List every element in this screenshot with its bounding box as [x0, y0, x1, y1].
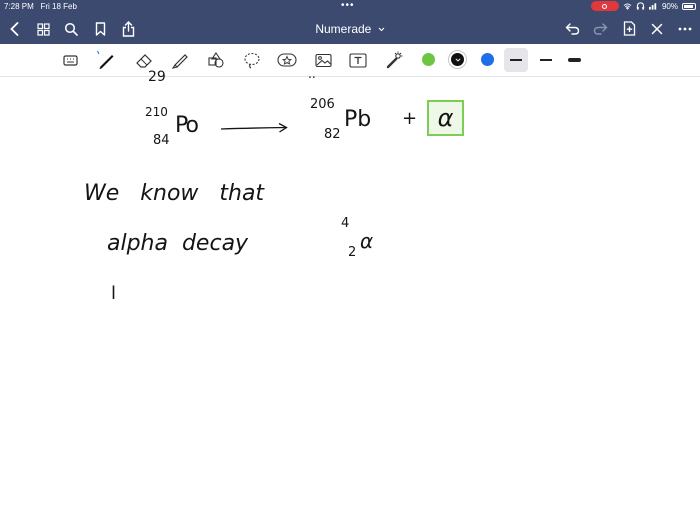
nav-row: Numerade	[0, 14, 700, 44]
product-symbol: Pb	[344, 107, 372, 132]
handwritten-line-we-know-that: We know that	[84, 181, 265, 206]
laser-pointer-icon[interactable]	[383, 50, 405, 70]
shapes-icon[interactable]	[205, 50, 227, 70]
cutoff-fragment-right: ..	[308, 67, 316, 81]
text-box-icon[interactable]	[347, 50, 369, 70]
reactant-symbol: Po	[175, 113, 199, 138]
top-bar: 7:28 PM Fri 18 Feb ••• 90% Numerade	[0, 0, 700, 44]
status-bar: 7:28 PM Fri 18 Feb ••• 90%	[0, 0, 700, 13]
product-mass-number: 206	[310, 97, 335, 112]
note-canvas[interactable]: 29 .. 210 84 Po 206 82 Pb + α We know th…	[0, 67, 700, 525]
close-icon[interactable]	[648, 20, 666, 38]
keyboard-icon[interactable]	[60, 50, 82, 70]
screen-record-indicator[interactable]	[590, 1, 619, 11]
eraser-icon[interactable]	[133, 50, 155, 70]
more-icon[interactable]	[676, 20, 694, 38]
add-page-icon[interactable]	[620, 19, 638, 38]
headphones-icon	[636, 2, 645, 10]
reactant-atomic-number: 84	[153, 133, 170, 148]
color-swatch-black-selected[interactable]	[448, 50, 467, 69]
product-atomic-number: 82	[324, 127, 341, 142]
handwritten-line-alpha-decay: alpha decay	[107, 231, 249, 256]
sticker-icon[interactable]	[276, 50, 298, 70]
chevron-down-icon	[454, 57, 461, 62]
status-right: 90%	[590, 1, 696, 11]
reactant-mass-number: 210	[145, 105, 168, 119]
alpha-symbol: α	[360, 229, 374, 253]
alpha-atomic-number: 2	[348, 245, 357, 260]
color-swatch-green[interactable]	[422, 53, 435, 66]
redo-icon[interactable]	[591, 20, 609, 38]
chevron-down-icon	[378, 27, 385, 32]
stroke-width-medium[interactable]	[540, 58, 552, 61]
tool-bar	[0, 44, 700, 77]
undo-icon[interactable]	[563, 20, 581, 38]
signal-icon	[648, 3, 657, 10]
battery-icon	[682, 2, 696, 10]
boxed-alpha: α	[437, 104, 454, 132]
handwritten-line-start: l	[111, 283, 117, 304]
color-swatch-blue[interactable]	[481, 53, 494, 66]
battery-percent: 90%	[661, 1, 678, 11]
stroke-width-thin[interactable]	[510, 59, 522, 61]
reaction-arrow	[220, 122, 288, 133]
highlighter-icon[interactable]	[169, 50, 191, 70]
status-time: 7:28 PM Fri 18 Feb	[4, 2, 77, 11]
pen-tool-icon[interactable]	[96, 50, 118, 70]
stroke-width-thick[interactable]	[568, 57, 581, 62]
wifi-icon	[623, 2, 632, 10]
lasso-icon[interactable]	[241, 50, 263, 70]
answer-highlight-box[interactable]: α	[427, 100, 464, 136]
alpha-mass-number: 4	[341, 216, 350, 231]
plus-sign: +	[402, 108, 418, 129]
color-swatch-black	[451, 53, 464, 66]
multitask-dots[interactable]: •••	[341, 0, 355, 11]
cutoff-fragment-left: 29	[148, 69, 166, 85]
